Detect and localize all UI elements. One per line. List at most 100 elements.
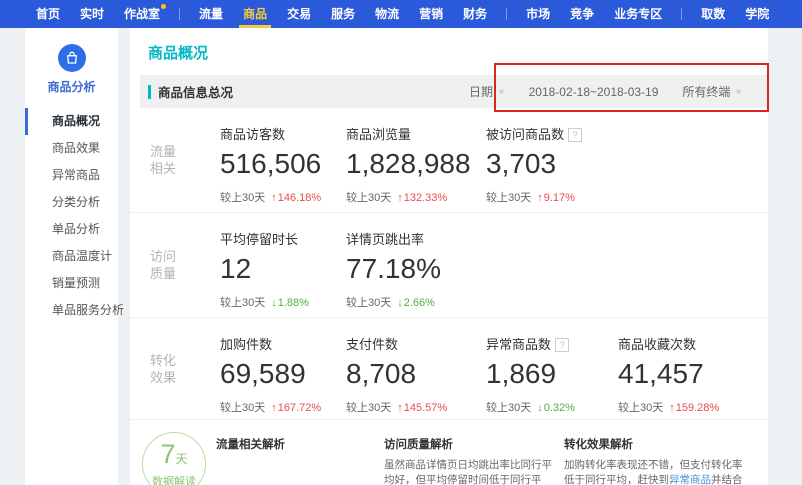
- sidebar-header: 商品分析: [25, 28, 118, 95]
- metric-value: 12: [220, 253, 346, 285]
- compare-label: 较上30天: [220, 297, 265, 309]
- metric-label: 支付件数: [346, 337, 398, 352]
- shopping-bag-icon: [64, 50, 80, 66]
- section-title: 商品信息总况: [158, 82, 233, 101]
- metric-visited-products: 被访问商品数? 3,703 较上30天 9.17%: [486, 108, 618, 212]
- compare-label: 较上30天: [220, 192, 265, 204]
- nav-item-competition[interactable]: 竞争: [570, 0, 594, 28]
- nav-item-business-zone[interactable]: 业务专区: [614, 0, 662, 28]
- notification-dot-icon: [161, 4, 166, 9]
- nav-item-home[interactable]: 首页: [36, 0, 60, 28]
- nav-item-trade[interactable]: 交易: [287, 0, 311, 28]
- nav-item-product[interactable]: 商品: [243, 0, 267, 28]
- metric-value: 77.18%: [346, 253, 486, 285]
- filter-bar: 日期 ∨ 2018-02-18~2018-03-19 所有终端 ∨: [445, 83, 768, 100]
- compare-label: 较上30天: [486, 192, 531, 204]
- change-value: 1.88%: [271, 297, 309, 309]
- nav-item-academy[interactable]: 学院: [745, 0, 769, 28]
- metric-label: 商品访客数: [220, 127, 285, 142]
- help-icon[interactable]: ?: [568, 128, 582, 142]
- metric-group-label: 流量相关: [150, 108, 220, 212]
- nav-item-realtime[interactable]: 实时: [80, 0, 104, 28]
- chevron-down-icon: ∨: [498, 87, 505, 95]
- abnormal-products-link[interactable]: 异常商品: [669, 474, 711, 485]
- insight-column-conversion: 转化效果解析 加购转化率表现还不错，但支付转化率低于同行平均，赶快到异常商品并结…: [564, 420, 750, 485]
- sidebar-item-sales-forecast[interactable]: 销量预测: [25, 270, 118, 297]
- change-value: 0.32%: [537, 402, 575, 414]
- change-value: 132.33%: [397, 192, 447, 204]
- nav-item-traffic[interactable]: 流量: [199, 0, 223, 28]
- terminal-dropdown[interactable]: 所有终端 ∨: [682, 83, 742, 100]
- insights-panel: 7天 数据解读 流量相关解析 访问质量解析 虽然商品详情页日均跳出率比同行平均好…: [130, 420, 768, 485]
- compare-label: 较上30天: [220, 402, 265, 414]
- date-range-picker[interactable]: 2018-02-18~2018-03-19: [529, 85, 659, 99]
- metric-value: 1,828,988: [346, 148, 486, 180]
- seven-day-insight-badge: 7天 数据解读: [142, 432, 206, 485]
- metric-group-label: 转化效果: [150, 318, 220, 419]
- badge-unit: 天: [176, 452, 188, 466]
- nav-item-service[interactable]: 服务: [331, 0, 355, 28]
- sidebar-item-category-analysis[interactable]: 分类分析: [25, 189, 118, 216]
- sycm-product-dashboard: 首页 实时 作战室 流量 商品 交易 服务 物流 营销 财务 市场 竞争 业务专…: [0, 0, 802, 485]
- metric-label: 平均停留时长: [220, 232, 298, 247]
- nav-item-finance[interactable]: 财务: [463, 0, 487, 28]
- metric-row-visit-quality: 访问质量 平均停留时长 12 较上30天1.88% 详情页跳出率 77.18% …: [130, 213, 768, 318]
- sidebar-item-abnormal-products[interactable]: 异常商品: [25, 162, 118, 189]
- metric-detail-bounce-rate: 详情页跳出率 77.18% 较上30天2.66%: [346, 213, 486, 317]
- top-navbar: 首页 实时 作战室 流量 商品 交易 服务 物流 营销 财务 市场 竞争 业务专…: [0, 0, 802, 28]
- nav-item-logistics[interactable]: 物流: [375, 0, 399, 28]
- metric-value: 1,869: [486, 358, 618, 390]
- nav-divider: [179, 8, 180, 20]
- metric-value: 3,703: [486, 148, 618, 180]
- insight-title: 转化效果解析: [564, 436, 750, 452]
- change-value: 159.28%: [669, 402, 719, 414]
- compare-label: 较上30天: [618, 402, 663, 414]
- metric-label: 异常商品数: [486, 337, 551, 352]
- insight-text: 虽然商品详情页日均跳出率比同行平均好，但平均停留时间低于同行平均，请关注页面推荐…: [384, 458, 552, 485]
- metric-paid-items: 支付件数 8,708 较上30天145.57%: [346, 318, 486, 419]
- main-content: 商品概况 商品信息总况 日期 ∨ 2018-02-18~2018-03-19 所…: [130, 28, 768, 485]
- metric-group-label: 访问质量: [150, 213, 220, 317]
- sidebar-item-single-product-analysis[interactable]: 单品分析: [25, 216, 118, 243]
- insight-title: 访问质量解析: [384, 436, 552, 452]
- sidebar-title: 商品分析: [25, 78, 118, 95]
- sidebar-menu: 商品概况 商品效果 异常商品 分类分析 单品分析 商品温度计 销量预测 单品服务…: [25, 108, 118, 324]
- sidebar: 商品分析 商品概况 商品效果 异常商品 分类分析 单品分析 商品温度计 销量预测…: [25, 28, 118, 485]
- metric-row-traffic: 流量相关 商品访客数 516,506 较上30天146.18% 商品浏览量 1,…: [130, 108, 768, 213]
- metric-value: 8,708: [346, 358, 486, 390]
- nav-item-data-fetch[interactable]: 取数: [701, 0, 725, 28]
- nav-divider: [681, 8, 682, 20]
- metric-avg-stay-time: 平均停留时长 12 较上30天 1.88%: [220, 213, 346, 317]
- metric-row-conversion: 转化效果 加购件数 69,589 较上30天167.72% 支付件数 8,708…: [130, 318, 768, 420]
- date-mode-dropdown[interactable]: 日期 ∨: [469, 83, 505, 100]
- sidebar-item-product-thermometer[interactable]: 商品温度计: [25, 243, 118, 270]
- sidebar-item-single-product-service[interactable]: 单品服务分析: [25, 297, 118, 324]
- metric-product-favorites: 商品收藏次数 41,457 较上30天159.28%: [618, 318, 719, 419]
- change-value: 2.66%: [397, 297, 435, 309]
- sidebar-item-product-effect[interactable]: 商品效果: [25, 135, 118, 162]
- metric-cart-adds: 加购件数 69,589 较上30天167.72%: [220, 318, 346, 419]
- compare-label: 较上30天: [486, 402, 531, 414]
- metric-value: 69,589: [220, 358, 346, 390]
- section-header: 商品信息总况 日期 ∨ 2018-02-18~2018-03-19 所有终端 ∨: [140, 75, 768, 108]
- help-icon[interactable]: ?: [555, 338, 569, 352]
- sidebar-item-product-overview[interactable]: 商品概况: [25, 108, 118, 135]
- metric-label: 被访问商品数: [486, 127, 564, 142]
- metric-label: 商品浏览量: [346, 127, 411, 142]
- change-value: 9.17%: [537, 192, 575, 204]
- change-value: 146.18%: [271, 192, 321, 204]
- metric-product-pageviews: 商品浏览量 1,828,988 较上30天132.33%: [346, 108, 486, 212]
- metrics-panel: 流量相关 商品访客数 516,506 较上30天146.18% 商品浏览量 1,…: [130, 108, 768, 420]
- nav-item-market[interactable]: 市场: [526, 0, 550, 28]
- nav-item-warroom[interactable]: 作战室: [124, 0, 160, 28]
- section-accent-bar: [148, 85, 151, 99]
- insight-column-visit-quality: 访问质量解析 虽然商品详情页日均跳出率比同行平均好，但平均停留时间低于同行平均，…: [384, 420, 552, 485]
- nav-item-marketing[interactable]: 营销: [419, 0, 443, 28]
- product-analysis-icon: [58, 44, 86, 72]
- page-title: 商品概况: [148, 42, 208, 63]
- badge-number: 7: [160, 439, 175, 469]
- change-value: 167.72%: [271, 402, 321, 414]
- compare-label: 较上30天: [346, 297, 391, 309]
- nav-divider: [506, 8, 507, 20]
- badge-subtitle: 数据解读: [143, 473, 205, 485]
